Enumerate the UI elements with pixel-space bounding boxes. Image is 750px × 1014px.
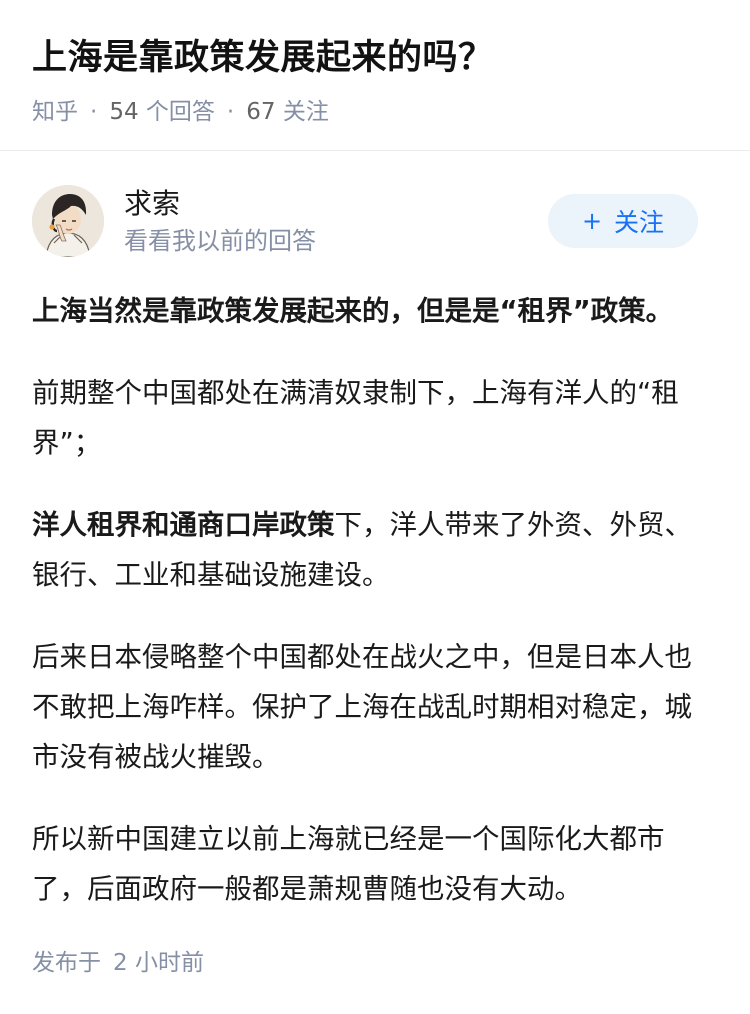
- follower-count-unit: 关注: [282, 99, 329, 125]
- follower-count: 67: [246, 99, 276, 125]
- answer-paragraph: 洋人租界和通商口岸政策下，洋人带来了外资、外贸、银行、工业和基础设施建设。: [32, 500, 700, 600]
- answer-paragraph: 所以新中国建立以前上海就已经是一个国际化大都市了，后面政府一般都是萧规曹随也没有…: [32, 823, 665, 905]
- author-row: 求索 看看我以前的回答 + 关注: [32, 185, 698, 257]
- answer-count-unit: 个回答: [145, 99, 215, 125]
- answer-count: 54: [109, 99, 139, 125]
- question-title[interactable]: 上海是靠政策发展起来的吗？: [32, 34, 718, 82]
- answer-footer: 发布于 2 小时前: [32, 946, 204, 980]
- answer-body: 上海当然是靠政策发展起来的，但是是“租界”政策。 前期整个中国都处在满清奴隶制下…: [32, 286, 700, 946]
- plus-icon: +: [581, 207, 603, 235]
- question-header: 上海是靠政策发展起来的吗？ 知乎 · 54 个回答 · 67 关注: [32, 34, 718, 128]
- published-time: 2 小时前: [113, 950, 204, 976]
- meta-separator: ·: [90, 99, 98, 125]
- avatar-illustration-icon[interactable]: [32, 185, 104, 257]
- source-label[interactable]: 知乎: [32, 96, 78, 128]
- follow-button-label: 关注: [614, 208, 665, 237]
- zhihu-answer-page: 上海是靠政策发展起来的吗？ 知乎 · 54 个回答 · 67 关注 求索 看看我…: [0, 0, 750, 1014]
- answer-count-link[interactable]: 54 个回答: [109, 96, 215, 128]
- header-divider: [0, 150, 750, 151]
- follow-button[interactable]: + 关注: [548, 194, 698, 248]
- author-subtitle[interactable]: 看看我以前的回答: [124, 225, 316, 257]
- question-meta: 知乎 · 54 个回答 · 67 关注: [32, 96, 718, 128]
- meta-separator: ·: [226, 99, 235, 125]
- answer-paragraph: 前期整个中国都处在满清奴隶制下，上海有洋人的“租界”；: [32, 377, 679, 459]
- author-name[interactable]: 求索: [124, 186, 180, 222]
- answer-paragraph-bold: 洋人租界和通商口岸政策: [32, 509, 335, 541]
- published-label: 发布于: [32, 950, 101, 976]
- answer-paragraph-bold: 上海当然是靠政策发展起来的，但是是“租界”政策。: [32, 295, 674, 327]
- follower-count-link[interactable]: 67 关注: [246, 96, 329, 128]
- answer-paragraph: 上海当然是靠政策发展起来的，但是是“租界”政策。: [32, 286, 700, 336]
- answer-paragraph: 后来日本侵略整个中国都处在战火之中，但是日本人也不敢把上海咋样。保护了上海在战乱…: [32, 641, 692, 773]
